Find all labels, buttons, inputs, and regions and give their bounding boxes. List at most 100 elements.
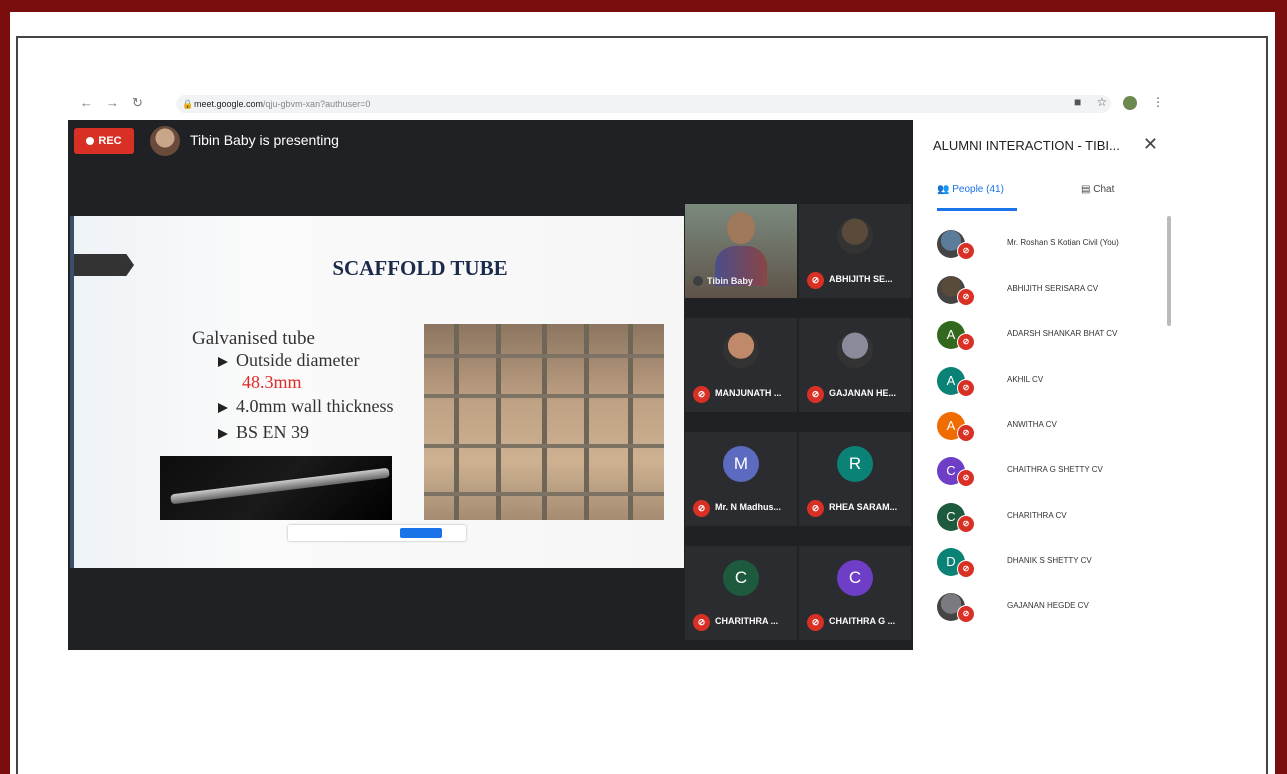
menu-icon[interactable]: ⋮ [1152,95,1164,109]
mic-off-icon: ⊘ [807,272,824,289]
mic-off-icon: ⊘ [807,386,824,403]
presenting-text: Tibin Baby is presenting [190,132,339,148]
mic-off-icon: ⊘ [693,386,710,403]
mic-off-icon: ⊘ [957,424,975,442]
people-scrollbar[interactable] [1167,216,1171,326]
presenter-avatar [150,126,180,156]
url-path: /qju-gbvm-xan?authuser=0 [263,99,371,109]
mic-off-icon: ⊘ [957,379,975,397]
tile-name: CHAITHRA G ... [829,616,896,626]
tile-name: Tibin Baby [707,276,753,286]
browser-actions: ■ ☆ ⋮ [1062,95,1164,110]
profile-avatar[interactable] [1122,95,1137,110]
rec-label: REC [98,135,122,147]
chat-icon: ▤ [1081,184,1091,195]
participant-photo [837,332,873,368]
tile-name: Mr. N Madhus... [715,502,782,512]
participant-tile[interactable]: M ⊘ Mr. N Madhus... [685,432,797,526]
mic-off-icon: ⊘ [957,469,975,487]
camera-icon[interactable]: ■ [1074,95,1081,109]
forward-icon[interactable]: → [106,95,119,110]
list-item[interactable]: ⊘ Mr. Roshan S Kotian Civil (You) [937,226,1167,266]
scaffold-photo [424,324,664,520]
url-host: meet.google.com [194,99,264,109]
star-icon[interactable]: ☆ [1097,95,1108,109]
person-name: DHANIK S SHETTY CV [1007,556,1092,565]
slide-bullet: 4.0mm wall thickness [218,396,393,417]
person-name: AKHIL CV [1007,375,1044,384]
reload-icon[interactable]: ↻ [132,95,143,111]
participant-tile[interactable]: R ⊘ RHEA SARAM... [799,432,911,526]
slide-edge-bar [70,216,74,568]
mic-off-icon: ⊘ [957,288,975,306]
list-item[interactable]: A ⊘ AKHIL CV [937,363,1167,403]
mic-off-icon: ⊘ [957,560,975,578]
meet-stage: REC Tibin Baby is presenting SCAFFOLD TU… [68,120,913,650]
people-panel: ALUMNI INTERACTION - TIBI... ✕ 👥 People … [913,120,1172,650]
close-icon[interactable]: ✕ [1143,134,1158,155]
tile-name: CHARITHRA ... [715,616,779,626]
bullet-arrow-icon [218,356,228,367]
browser-toolbar: ← → ↻ 🔒 meet.google.com/qju-gbvm-xan?aut… [68,92,1172,116]
mic-off-icon: ⊘ [807,614,824,631]
mic-off-icon: ⊘ [807,500,824,517]
mic-off-icon: ⊘ [957,242,975,260]
person-name: Mr. Roshan S Kotian Civil (You) [1007,238,1119,247]
participant-photo [723,332,759,368]
presentation-slide: SCAFFOLD TUBE Galvanised tube Outside di… [70,216,684,568]
participant-tile[interactable]: C ⊘ CHAITHRA G ... [799,546,911,640]
list-item[interactable]: ⊘ ABHIJITH SERISARA CV [937,272,1167,312]
person-name: GAJANAN HEGDE CV [1007,601,1089,610]
screen-share-bar [288,525,466,541]
mic-off-icon: ⊘ [693,614,710,631]
mic-off-icon: ⊘ [693,500,710,517]
person-name: ADARSH SHANKAR BHAT CV [1007,329,1118,338]
slide-title: SCAFFOLD TUBE [332,256,508,280]
tab-people[interactable]: 👥 People (41) [937,184,1004,195]
record-dot-icon [86,137,95,146]
tile-name: RHEA SARAM... [829,502,898,512]
tile-name: ABHIJITH SE... [829,274,893,284]
mic-off-icon: ⊘ [957,515,975,533]
bullet-arrow-icon [218,402,228,413]
participant-tile[interactable]: Tibin Baby [685,204,797,298]
slide-heading: Galvanised tube [192,328,315,349]
participant-tile[interactable]: ⊘ GAJANAN HE... [799,318,911,412]
mic-off-icon: ⊘ [957,605,975,623]
participant-tile[interactable]: C ⊘ CHARITHRA ... [685,546,797,640]
back-icon[interactable]: ← [80,95,93,110]
tile-name: MANJUNATH ... [715,388,782,398]
camera-feed [715,212,767,286]
list-item[interactable]: C ⊘ CHAITHRA G SHETTY CV [937,453,1167,493]
participant-avatar: C [837,560,873,596]
recording-badge: REC [74,128,134,154]
person-name: ABHIJITH SERISARA CV [1007,284,1099,293]
person-name: CHAITHRA G SHETTY CV [1007,465,1103,474]
participant-tile[interactable]: ⊘ ABHIJITH SE... [799,204,911,298]
person-name: CHARITHRA CV [1007,511,1067,520]
bullet-arrow-icon [218,428,228,439]
list-item[interactable]: A ⊘ ANWITHA CV [937,408,1167,448]
slide-bullet: Outside diameter [218,350,359,371]
slide-bullet: BS EN 39 [218,422,309,443]
diameter-value: 48.3mm [242,372,302,392]
person-name: ANWITHA CV [1007,420,1057,429]
tube-image [160,456,392,520]
mic-icon [693,276,703,286]
list-item[interactable]: A ⊘ ADARSH SHANKAR BHAT CV [937,317,1167,357]
participant-avatar: R [837,446,873,482]
list-item[interactable]: D ⊘ DHANIK S SHETTY CV [937,544,1167,584]
list-item[interactable]: C ⊘ CHARITHRA CV [937,499,1167,539]
panel-title: ALUMNI INTERACTION - TIBI... [933,138,1120,153]
active-tab-indicator [937,208,1017,211]
mic-off-icon: ⊘ [957,333,975,351]
people-icon: 👥 [937,184,950,195]
address-bar[interactable]: 🔒 meet.google.com/qju-gbvm-xan?authuser=… [176,95,1111,113]
participant-tile[interactable]: ⊘ MANJUNATH ... [685,318,797,412]
list-item[interactable]: ⊘ GAJANAN HEGDE CV [937,589,1167,629]
tab-chat[interactable]: ▤ Chat [1081,184,1114,195]
tile-name: GAJANAN HE... [829,388,897,398]
participant-tiles: Tibin Baby ⊘ ABHIJITH SE... ⊘ MANJUNATH … [685,204,913,660]
participant-photo [837,218,873,254]
stop-sharing-button[interactable] [400,528,442,538]
